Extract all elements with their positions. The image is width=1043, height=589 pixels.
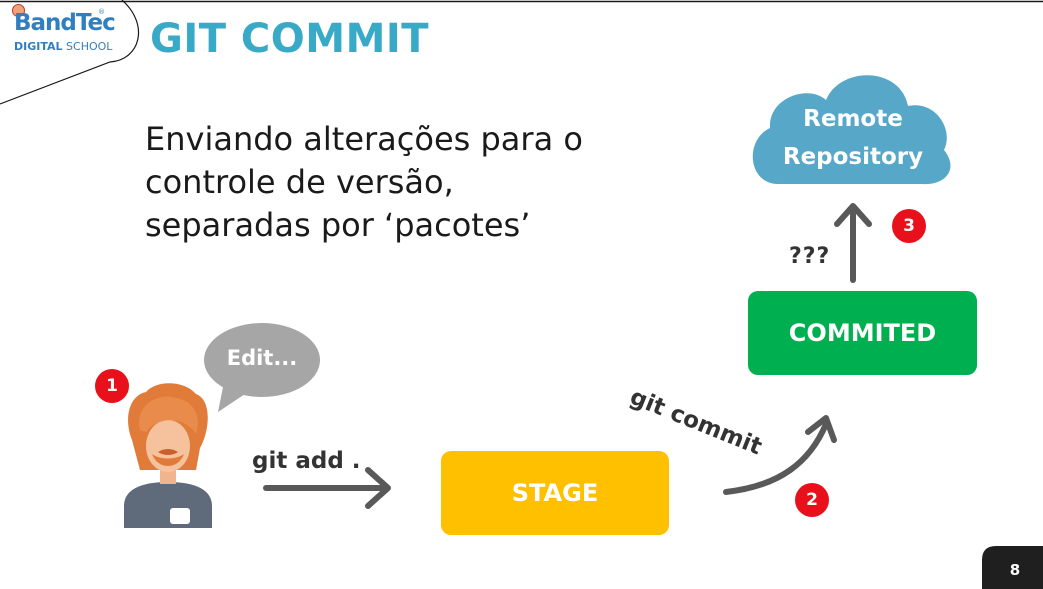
stage-label: STAGE <box>511 479 599 507</box>
unknown-step-label: ??? <box>789 244 831 269</box>
commited-label: COMMITED <box>788 319 937 347</box>
git-add-label: git add . <box>252 448 361 474</box>
cloud-line: Remote <box>803 106 903 132</box>
push-arrow-icon <box>834 203 872 283</box>
page-number: 8 <box>1009 561 1021 579</box>
commited-box: COMMITED <box>748 291 977 375</box>
developer-avatar-icon <box>124 383 212 528</box>
cloud-line: Repository <box>782 144 924 170</box>
step-badge-2: 2 <box>795 483 829 517</box>
stage-box: STAGE <box>441 451 669 535</box>
step-badge-3: 3 <box>892 209 926 243</box>
remote-repository-label: Remote Repository <box>754 100 952 176</box>
git-add-arrow-icon <box>263 467 391 509</box>
speech-bubble-text: Edit... <box>226 346 298 370</box>
step-badge-1: 1 <box>95 369 129 403</box>
